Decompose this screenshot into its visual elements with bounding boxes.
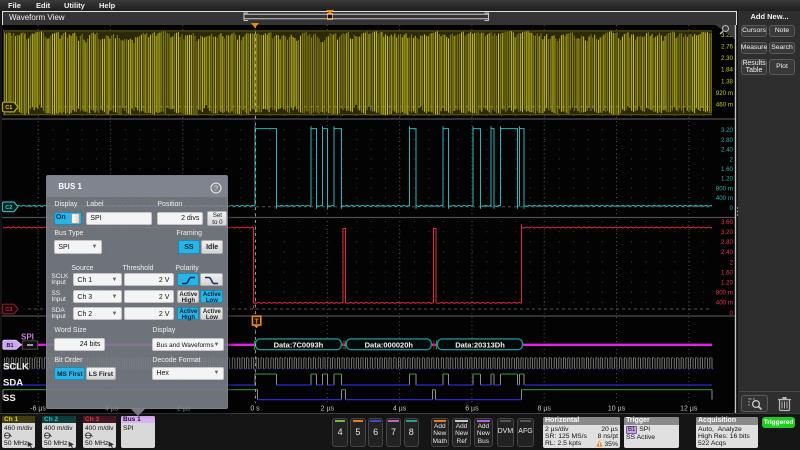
svg-text:SPI: SPI xyxy=(21,333,34,342)
svg-text:920 m: 920 m xyxy=(716,90,733,97)
svg-text:2.80: 2.80 xyxy=(721,137,734,144)
svg-text:Data:7C0093h: Data:7C0093h xyxy=(274,340,324,349)
svg-text:2.80: 2.80 xyxy=(721,239,734,246)
svg-text:0: 0 xyxy=(730,205,734,212)
svg-text:400 m: 400 m xyxy=(716,195,733,202)
svg-text:1.38: 1.38 xyxy=(721,78,734,85)
svg-text:800 m: 800 m xyxy=(716,185,733,192)
svg-text:2 µs: 2 µs xyxy=(321,406,335,413)
svg-text:12 µs: 12 µs xyxy=(680,406,698,413)
svg-text:6 µs: 6 µs xyxy=(465,406,479,413)
svg-text:1.60: 1.60 xyxy=(721,166,734,173)
svg-text:1.60: 1.60 xyxy=(721,269,734,276)
svg-text:SCLK: SCLK xyxy=(3,362,29,373)
svg-text:SS: SS xyxy=(3,393,16,404)
svg-text:C3: C3 xyxy=(5,307,12,313)
svg-text:0: 0 xyxy=(730,310,734,317)
svg-text:2.40: 2.40 xyxy=(721,249,734,256)
svg-text:460 m: 460 m xyxy=(716,102,733,109)
svg-text:2.40: 2.40 xyxy=(721,147,734,154)
svg-text:4 µs: 4 µs xyxy=(393,406,407,413)
svg-text:10 µs: 10 µs xyxy=(608,406,626,413)
svg-text:-6 µs: -6 µs xyxy=(30,406,46,413)
svg-text:T: T xyxy=(254,319,259,326)
svg-text:400 m: 400 m xyxy=(716,300,733,307)
svg-text:800 m: 800 m xyxy=(716,290,733,297)
svg-text:2: 2 xyxy=(730,259,734,266)
svg-text:Data:20313Dh: Data:20313Dh xyxy=(455,340,505,349)
svg-text:SDA: SDA xyxy=(3,378,23,389)
svg-text:?: ? xyxy=(214,183,218,192)
svg-text:3.20: 3.20 xyxy=(721,127,734,134)
svg-text:1.84: 1.84 xyxy=(721,67,734,74)
svg-text:2.76: 2.76 xyxy=(721,44,734,51)
svg-text:0 s: 0 s xyxy=(250,406,260,413)
svg-text:2.30: 2.30 xyxy=(721,55,734,62)
svg-text:2: 2 xyxy=(730,156,734,163)
svg-text:Data:000020h: Data:000020h xyxy=(365,340,414,349)
svg-text:8 µs: 8 µs xyxy=(538,406,552,413)
svg-text:1.20: 1.20 xyxy=(721,176,734,183)
svg-text:C1: C1 xyxy=(5,105,12,111)
svg-text:3.60: 3.60 xyxy=(721,219,734,226)
svg-text:3.20: 3.20 xyxy=(721,229,734,236)
svg-text:B1: B1 xyxy=(6,343,13,349)
svg-text:1.20: 1.20 xyxy=(721,280,734,287)
svg-text:C2: C2 xyxy=(5,205,12,211)
